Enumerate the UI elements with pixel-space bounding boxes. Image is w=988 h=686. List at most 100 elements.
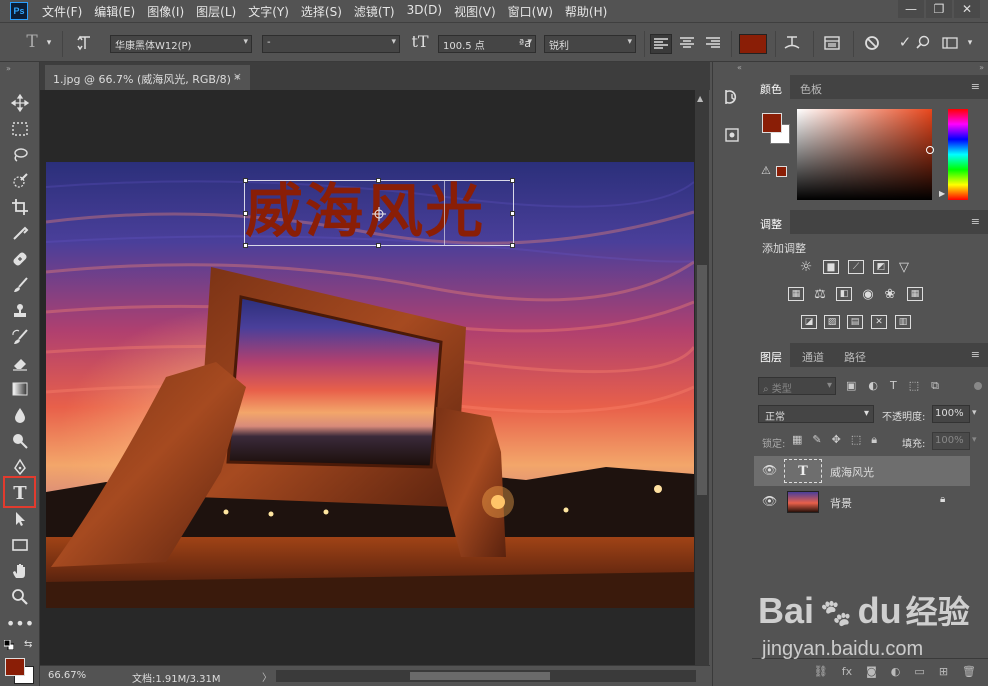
properties-panel-icon[interactable] [723,126,741,144]
brightness-icon[interactable]: ☼ [798,259,814,275]
type-filter-icon[interactable]: T [890,379,897,393]
color-lookup-icon[interactable]: ▦ [907,287,923,301]
menu-item[interactable]: 文件(F) [36,3,88,20]
link-layers-icon[interactable]: ⛓ [814,665,828,680]
transform-handle[interactable] [376,243,381,248]
layer-filter-select[interactable]: ⌕ 类型 ▾ [758,377,836,395]
more-tools-icon[interactable]: ••• [6,612,34,634]
brush-tool-icon[interactable] [9,274,31,296]
chevron-down-icon[interactable]: ▾ [964,35,976,51]
delete-layer-icon[interactable]: 🗑︎ [962,665,976,680]
menu-item[interactable]: 图像(I) [141,3,190,20]
history-panel-icon[interactable] [723,88,741,106]
tab-swatches[interactable]: 色板 [792,75,830,99]
gamut-color-swatch[interactable] [776,166,787,177]
collapse-arrows-icon[interactable]: » [6,64,11,73]
eraser-tool-icon[interactable] [9,352,31,374]
collapse-arrows-icon[interactable]: « [737,63,742,72]
invert-icon[interactable]: ◪ [801,315,817,329]
layer-style-icon[interactable]: fx [842,665,852,680]
shape-filter-icon[interactable]: ⬚ [909,379,919,393]
transform-handle[interactable] [376,178,381,183]
tab-adjustments[interactable]: 调整 [752,210,790,234]
swap-colors-icon[interactable]: ⇆ [24,640,34,650]
menu-item[interactable]: 选择(S) [295,3,348,20]
tab-color[interactable]: 颜色 [752,75,790,99]
new-adjustment-icon[interactable]: ◐ [891,665,901,680]
new-group-icon[interactable]: ▭ [914,665,924,680]
warp-text-icon[interactable] [782,34,804,52]
transform-handle[interactable] [510,243,515,248]
gradient-tool-icon[interactable] [9,378,31,400]
close-window-button[interactable]: ✕ [954,0,980,18]
align-center-button[interactable] [677,34,699,52]
status-menu-arrow[interactable]: 〉 [262,669,272,684]
menu-item[interactable]: 帮助(H) [559,3,613,20]
tab-paths[interactable]: 路径 [836,343,874,367]
crop-tool-icon[interactable] [9,196,31,218]
chevron-down-icon[interactable]: ▾ [972,435,977,445]
tab-layers[interactable]: 图层 [752,343,790,367]
align-left-button[interactable] [650,34,672,54]
add-mask-icon[interactable]: ◙ [866,665,877,680]
visibility-eye-icon[interactable]: 👁︎ [762,463,777,477]
gamut-warning-icon[interactable]: ⚠ [761,164,771,177]
horizontal-scrollbar[interactable] [276,670,696,682]
threshold-icon[interactable]: ▤ [847,315,863,329]
collapse-arrows-icon[interactable]: » [979,63,984,72]
lasso-tool-icon[interactable] [9,144,31,166]
panel-menu-icon[interactable]: ≡ [971,348,980,361]
blur-tool-icon[interactable] [9,404,31,426]
panel-menu-icon[interactable]: ≡ [971,215,980,228]
menu-item[interactable]: 视图(V) [448,3,502,20]
layer-row-background[interactable]: 👁︎ 背景 🔒︎ [754,487,970,517]
opacity-input[interactable]: 100% [932,405,970,423]
exposure-icon[interactable]: ◩ [873,260,889,274]
align-right-button[interactable] [703,34,725,52]
menu-item[interactable]: 编辑(E) [88,3,141,20]
menu-item[interactable]: 图层(L) [190,3,242,20]
layer-name[interactable]: 威海风光 [830,464,874,480]
stamp-tool-icon[interactable] [9,300,31,322]
photo-filter-icon[interactable]: ◉ [860,287,876,302]
menu-item[interactable]: 3D(D) [401,3,448,20]
black-white-icon[interactable]: ◧ [836,287,852,301]
color-balance-icon[interactable]: ⚖ [812,287,828,302]
menu-item[interactable]: 窗口(W) [502,3,559,20]
commit-check-icon[interactable]: ✓ [896,34,914,50]
search-icon[interactable] [914,34,932,52]
color-picker-field[interactable] [797,109,932,200]
adjustment-filter-icon[interactable]: ◐ [868,379,878,393]
vibrance-icon[interactable]: ▽ [896,260,912,275]
chevron-down-icon[interactable]: ▾ [44,35,54,51]
zoom-level[interactable]: 66.67% [48,670,86,681]
transform-handle[interactable] [243,243,248,248]
transform-handle[interactable] [510,211,515,216]
transform-center-icon[interactable] [372,207,386,221]
minimize-button[interactable]: — [898,0,924,18]
tab-channels[interactable]: 通道 [794,343,832,367]
close-tab-icon[interactable]: × [233,70,242,83]
text-color-swatch[interactable] [739,34,767,54]
character-panel-icon[interactable] [822,34,844,52]
selective-color-icon[interactable]: ✕ [871,315,887,329]
scrollbar-thumb[interactable] [410,672,550,680]
zoom-tool-icon[interactable] [9,586,31,608]
filter-toggle-icon[interactable] [974,382,982,390]
document-tab[interactable]: 1.jpg @ 66.7% (威海风光, RGB/8) * × [45,65,250,90]
lock-all-icon[interactable]: 🔒︎ [871,433,877,447]
transform-handle[interactable] [243,211,248,216]
font-style-select[interactable]: - ▾ [262,35,400,53]
hue-slider[interactable] [948,109,968,200]
visibility-eye-icon[interactable]: 👁︎ [762,494,777,508]
image-filter-icon[interactable]: ▣ [846,379,856,393]
path-selection-tool-icon[interactable] [9,508,31,530]
lock-pixels-icon[interactable]: ✎ [812,433,821,447]
eyedropper-tool-icon[interactable] [9,222,31,244]
workspace-icon[interactable] [940,34,962,52]
document-info[interactable]: 文档:1.91M/3.31M [132,670,221,685]
new-layer-icon[interactable]: ⊞ [939,665,948,680]
layer-row-text[interactable]: 👁︎ T 威海风光 [754,456,970,486]
posterize-icon[interactable]: ▨ [824,315,840,329]
blend-mode-select[interactable]: 正常 ▾ [758,405,874,423]
